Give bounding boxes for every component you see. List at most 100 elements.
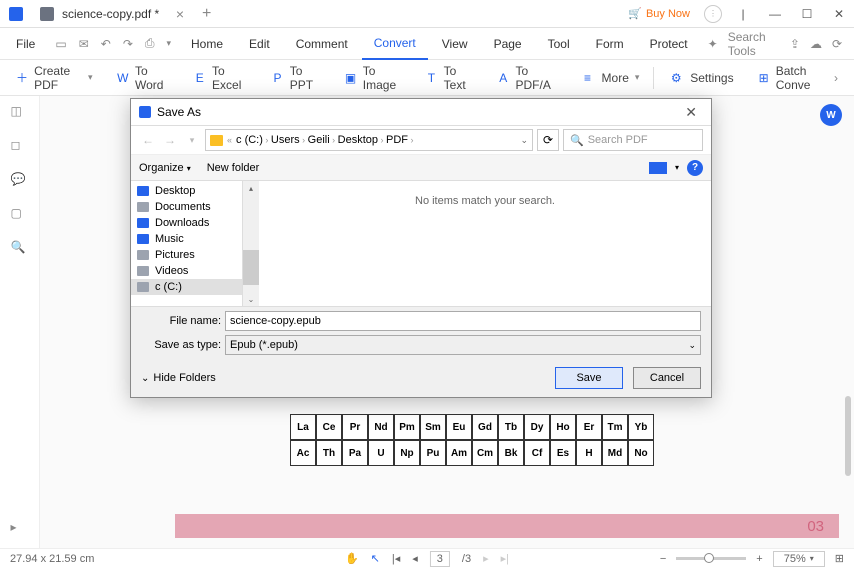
menu-edit[interactable]: Edit bbox=[237, 28, 282, 60]
element-cell: Tm bbox=[602, 414, 628, 440]
scrollbar-thumb[interactable] bbox=[845, 396, 851, 476]
document-tab[interactable]: science-copy.pdf * × bbox=[32, 0, 192, 28]
chevron-down-icon[interactable]: ▾ bbox=[675, 163, 679, 172]
path-segment[interactable]: Desktop bbox=[338, 134, 378, 146]
tree-item[interactable]: Videos bbox=[131, 263, 242, 279]
path-segment[interactable]: Geili bbox=[308, 134, 330, 146]
search-icon[interactable]: 🔍 bbox=[11, 240, 29, 258]
hide-folders-toggle[interactable]: ⌄ Hide Folders bbox=[141, 372, 216, 384]
element-cell: Am bbox=[446, 440, 472, 466]
convert-badge-icon[interactable]: W bbox=[820, 104, 842, 126]
to-image-button[interactable]: ▣To Image bbox=[334, 63, 411, 93]
menu-page[interactable]: Page bbox=[482, 28, 534, 60]
zoom-out-icon[interactable]: − bbox=[660, 553, 666, 565]
minimize-button[interactable]: — bbox=[760, 0, 790, 28]
page-input[interactable]: 3 bbox=[430, 551, 450, 567]
wand-icon[interactable]: ✦ bbox=[708, 37, 718, 51]
dialog-nav: ← → ▾ « c (C:) › Users › Geili › Desktop… bbox=[131, 125, 711, 155]
select-tool-icon[interactable]: ↖ bbox=[371, 552, 380, 565]
undo-icon[interactable]: ↶ bbox=[101, 37, 111, 51]
hand-tool-icon[interactable]: ✋ bbox=[345, 552, 359, 565]
next-page-icon[interactable]: ▸ bbox=[483, 552, 489, 565]
nav-back-icon[interactable]: ← bbox=[139, 131, 157, 149]
cancel-button[interactable]: Cancel bbox=[633, 367, 701, 389]
close-tab-icon[interactable]: × bbox=[176, 6, 184, 22]
to-text-button[interactable]: TTo Text bbox=[415, 63, 483, 93]
share-icon[interactable]: ⇪ bbox=[790, 37, 800, 51]
search-tools[interactable]: Search Tools bbox=[728, 30, 780, 58]
open-icon[interactable]: ▭ bbox=[55, 37, 66, 51]
maximize-button[interactable]: ☐ bbox=[792, 0, 822, 28]
dialog-title: Save As bbox=[157, 105, 201, 119]
batch-convert-button[interactable]: ⊞Batch Conve› bbox=[748, 63, 848, 93]
more-button[interactable]: ≡More▾ bbox=[570, 63, 650, 93]
tree-scrollbar[interactable]: ▴ ⌄ bbox=[243, 181, 259, 306]
first-page-icon[interactable]: |◂ bbox=[392, 552, 400, 565]
view-options-icon[interactable] bbox=[649, 162, 667, 174]
tree-item[interactable]: c (C:) bbox=[131, 279, 242, 295]
prev-page-icon[interactable]: ◂ bbox=[412, 552, 418, 565]
menu-home[interactable]: Home bbox=[179, 28, 235, 60]
menu-comment[interactable]: Comment bbox=[284, 28, 360, 60]
menu-view[interactable]: View bbox=[430, 28, 480, 60]
pdf-file-icon bbox=[40, 7, 54, 21]
organize-menu[interactable]: Organize ▾ bbox=[139, 162, 191, 174]
sync-icon[interactable]: ⟳ bbox=[832, 37, 842, 51]
thumbnails-icon[interactable]: ◫ bbox=[11, 104, 29, 122]
menu-tool[interactable]: Tool bbox=[536, 28, 582, 60]
last-page-icon[interactable]: ▸| bbox=[501, 552, 509, 565]
file-menu[interactable]: File bbox=[4, 28, 47, 60]
chevron-down-icon[interactable]: ▾ bbox=[166, 38, 171, 49]
comments-icon[interactable]: 💬 bbox=[11, 172, 29, 190]
nav-forward-icon[interactable]: → bbox=[161, 131, 179, 149]
mail-icon[interactable]: ✉ bbox=[79, 37, 89, 51]
cloud-icon[interactable]: ☁ bbox=[810, 37, 822, 51]
save-button[interactable]: Save bbox=[555, 367, 623, 389]
filename-input[interactable] bbox=[225, 311, 701, 331]
savetype-select[interactable]: Epub (*.epub)⌄ bbox=[225, 335, 701, 355]
buy-now-button[interactable]: 🛒 Buy Now bbox=[620, 7, 698, 20]
close-window-button[interactable]: ✕ bbox=[824, 0, 854, 28]
print-icon[interactable]: ⎙ bbox=[145, 36, 155, 51]
zoom-in-icon[interactable]: + bbox=[756, 553, 762, 565]
fit-page-icon[interactable]: ⊞ bbox=[835, 552, 844, 565]
to-pdfa-button[interactable]: ATo PDF/A bbox=[487, 63, 566, 93]
settings-button[interactable]: ⚙Settings bbox=[658, 63, 743, 93]
nav-up-icon[interactable]: ▾ bbox=[183, 131, 201, 149]
folder-tree[interactable]: DesktopDocumentsDownloadsMusicPicturesVi… bbox=[131, 181, 243, 306]
path-segment[interactable]: c (C:) bbox=[236, 134, 263, 146]
user-menu-icon[interactable]: ⋮ bbox=[704, 5, 722, 23]
dialog-form: File name: Save as type: Epub (*.epub)⌄ bbox=[131, 306, 711, 359]
word-icon: W bbox=[117, 70, 129, 86]
tree-item[interactable]: Downloads bbox=[131, 215, 242, 231]
file-list-pane[interactable]: No items match your search. bbox=[259, 181, 711, 306]
zoom-slider[interactable] bbox=[676, 557, 746, 560]
to-excel-button[interactable]: ETo Excel bbox=[184, 63, 258, 93]
menu-form[interactable]: Form bbox=[584, 28, 636, 60]
dialog-toolbar: Organize ▾ New folder ▾ ? bbox=[131, 155, 711, 181]
redo-icon[interactable]: ↷ bbox=[123, 37, 133, 51]
tree-item[interactable]: Desktop bbox=[131, 183, 242, 199]
new-folder-button[interactable]: New folder bbox=[207, 162, 260, 174]
menu-convert[interactable]: Convert bbox=[362, 28, 428, 60]
zoom-select[interactable]: 75%▾ bbox=[773, 551, 825, 567]
path-segment[interactable]: Users bbox=[271, 134, 300, 146]
path-segment[interactable]: PDF bbox=[386, 134, 408, 146]
attachments-icon[interactable]: ▢ bbox=[11, 206, 29, 224]
dialog-footer: ⌄ Hide Folders Save Cancel bbox=[131, 359, 711, 397]
add-tab-button[interactable]: + bbox=[192, 5, 221, 23]
refresh-button[interactable]: ⟳ bbox=[537, 129, 559, 151]
tree-item[interactable]: Pictures bbox=[131, 247, 242, 263]
create-pdf-button[interactable]: ＋Create PDF▾ bbox=[6, 63, 103, 93]
tree-item[interactable]: Music bbox=[131, 231, 242, 247]
help-icon[interactable]: ? bbox=[687, 160, 703, 176]
folder-search-input[interactable]: 🔍 Search PDF bbox=[563, 129, 703, 151]
tree-item[interactable]: Documents bbox=[131, 199, 242, 215]
to-word-button[interactable]: WTo Word bbox=[107, 63, 180, 93]
bookmarks-icon[interactable]: ◻ bbox=[11, 138, 29, 156]
to-ppt-button[interactable]: PTo PPT bbox=[261, 63, 330, 93]
collapse-icon[interactable]: ▸ bbox=[11, 520, 29, 538]
menu-protect[interactable]: Protect bbox=[638, 28, 700, 60]
path-breadcrumb[interactable]: « c (C:) › Users › Geili › Desktop › PDF… bbox=[205, 129, 533, 151]
dialog-close-icon[interactable]: ✕ bbox=[679, 102, 703, 123]
